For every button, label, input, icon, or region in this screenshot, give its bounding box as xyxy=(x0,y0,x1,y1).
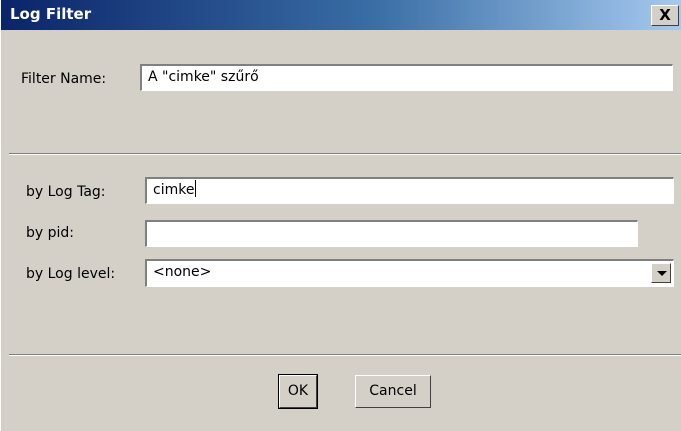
separator-bottom xyxy=(9,354,681,356)
log-level-label: by Log level: xyxy=(26,266,116,282)
chevron-down-icon xyxy=(657,271,667,276)
close-button[interactable]: X xyxy=(651,5,679,26)
pid-label: by pid: xyxy=(26,225,75,241)
ok-button-label: OK xyxy=(287,383,309,399)
separator-top xyxy=(9,153,681,155)
log-tag-value: cimke xyxy=(153,182,195,198)
cancel-button[interactable]: Cancel xyxy=(355,375,431,408)
filter-name-input[interactable]: A "cimke" szűrő xyxy=(139,63,674,92)
dropdown-button[interactable] xyxy=(651,263,671,283)
pid-input[interactable] xyxy=(144,219,639,248)
ok-button[interactable]: OK xyxy=(278,374,318,409)
log-filter-dialog: Log Filter X Filter Name: A "cimke" szűr… xyxy=(0,0,681,431)
log-tag-label: by Log Tag: xyxy=(26,184,106,200)
title-bar[interactable]: Log Filter X xyxy=(1,0,681,30)
filter-name-value: A "cimke" szűrő xyxy=(148,69,259,85)
cancel-button-label: Cancel xyxy=(369,383,417,399)
window-title: Log Filter xyxy=(10,5,92,23)
log-tag-input[interactable]: cimke xyxy=(144,176,675,205)
log-level-value: <none> xyxy=(153,264,212,280)
close-icon: X xyxy=(659,6,671,24)
text-caret xyxy=(195,180,197,197)
log-level-select[interactable]: <none> xyxy=(144,258,675,288)
filter-name-label: Filter Name: xyxy=(21,71,107,87)
